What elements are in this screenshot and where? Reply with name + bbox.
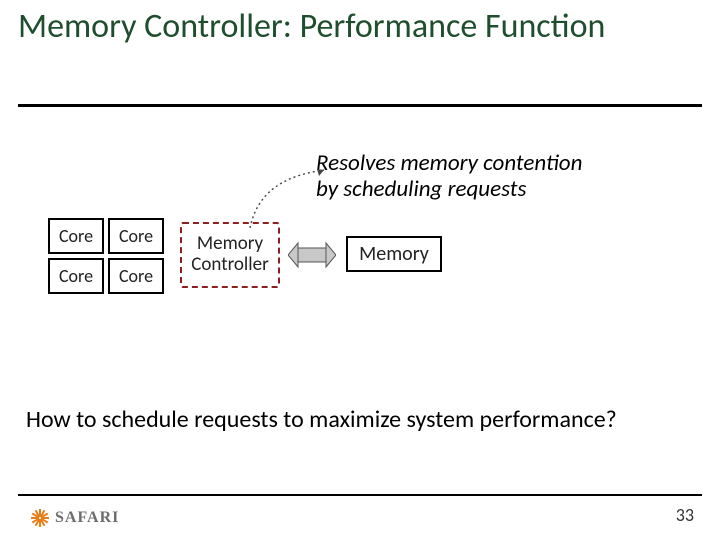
memory-label: Memory bbox=[359, 242, 429, 266]
caption: Resolves memory contention by scheduling… bbox=[316, 150, 582, 203]
core-grid: Core Core Core Core bbox=[48, 218, 164, 294]
title-divider bbox=[18, 104, 702, 107]
core-box: Core bbox=[108, 258, 164, 294]
brand-name: SAFARI bbox=[55, 509, 119, 527]
page-title: Memory Controller: Performance Function bbox=[18, 8, 702, 46]
footer-divider bbox=[18, 494, 702, 496]
caption-line-1: Resolves memory contention bbox=[316, 150, 582, 176]
core-box: Core bbox=[48, 258, 104, 294]
sun-icon bbox=[30, 508, 50, 528]
core-box: Core bbox=[48, 218, 104, 254]
memory-controller-label: Memory Controller bbox=[186, 234, 274, 276]
diagram: Core Core Core Core Memory Controller Me… bbox=[48, 216, 528, 306]
memory-controller-box: Memory Controller bbox=[180, 222, 280, 288]
caption-line-2: by scheduling requests bbox=[316, 176, 582, 202]
bidirectional-arrow-icon bbox=[288, 240, 336, 270]
question-text: How to schedule requests to maximize sys… bbox=[26, 405, 617, 434]
brand-logo: SAFARI bbox=[30, 508, 119, 528]
slide: Memory Controller: Performance Function … bbox=[0, 0, 720, 540]
memory-box: Memory bbox=[346, 236, 442, 272]
page-number: 33 bbox=[676, 504, 694, 526]
core-box: Core bbox=[108, 218, 164, 254]
